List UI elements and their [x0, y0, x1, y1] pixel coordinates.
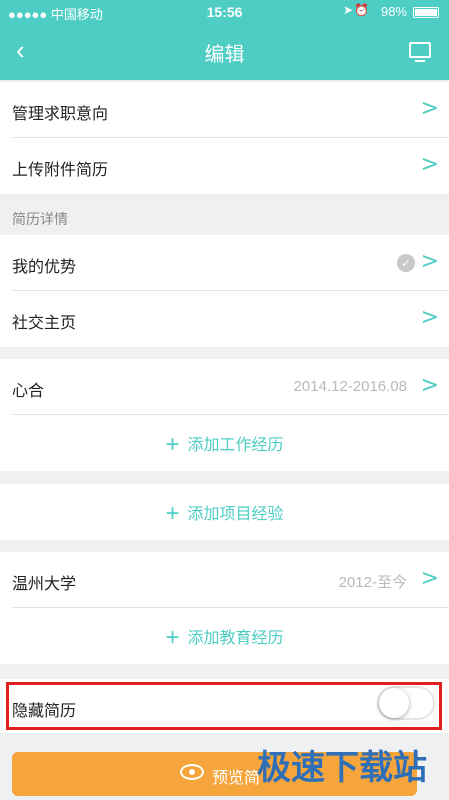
education-group: 温州大学 2012-至今 > + 添加教育经历 — [0, 552, 449, 664]
school-name: 温州大学 — [12, 576, 77, 593]
battery-icon — [413, 7, 439, 18]
work-experience-group: 心合 2014.12-2016.08 > + 添加工作经历 — [0, 359, 449, 471]
education-item[interactable]: 温州大学 2012-至今 > — [12, 552, 449, 608]
add-education-button[interactable]: + 添加教育经历 — [0, 608, 449, 664]
plus-icon: + — [165, 431, 180, 458]
chevron-right-icon: > — [420, 305, 439, 330]
row-label: 我的优势 — [12, 259, 77, 276]
alarm-icon: ⏰ — [354, 3, 369, 17]
add-education-label: 添加教育经历 — [187, 630, 284, 647]
section-title: 简历详情 — [12, 211, 68, 227]
header: ●●●●● 中国移动 15:56 ➤ ⏰ 98% ‹ 编辑 — [0, 0, 449, 80]
education-period: 2012-至今 — [338, 574, 407, 591]
battery-percent: 98% — [380, 4, 407, 19]
row-label: 上传附件简历 — [12, 162, 109, 179]
row-job-intention[interactable]: 管理求职意向 > — [12, 82, 449, 138]
row-my-advantage[interactable]: 我的优势 ✓ > — [12, 235, 449, 291]
chevron-right-icon: > — [420, 566, 439, 591]
chevron-right-icon: > — [420, 96, 439, 121]
chevron-right-icon: > — [420, 152, 439, 177]
nav-bar: ‹ 编辑 — [0, 24, 449, 80]
page-title: 编辑 — [204, 44, 245, 66]
company-name: 心合 — [12, 383, 45, 400]
add-project-label: 添加项目经验 — [187, 506, 284, 523]
work-item[interactable]: 心合 2014.12-2016.08 > — [12, 359, 449, 415]
row-label: 社交主页 — [12, 315, 77, 332]
add-work-button[interactable]: + 添加工作经历 — [0, 415, 449, 471]
highlight-box — [6, 682, 442, 730]
eye-icon — [180, 764, 204, 780]
row-label: 管理求职意向 — [12, 106, 109, 123]
row-social-homepage[interactable]: 社交主页 > — [12, 291, 449, 347]
plus-icon: + — [165, 624, 180, 651]
project-experience-group: + 添加项目经验 — [0, 484, 449, 540]
add-project-button[interactable]: + 添加项目经验 — [0, 484, 449, 540]
watermark-logo: 极速下载站 — [257, 748, 427, 788]
add-work-label: 添加工作经历 — [187, 437, 284, 454]
chevron-right-icon: > — [420, 373, 439, 398]
plus-icon: + — [165, 500, 180, 527]
screen-icon[interactable] — [409, 42, 431, 62]
status-bar: ●●●●● 中国移动 15:56 ➤ ⏰ 98% — [0, 0, 449, 24]
check-icon: ✓ — [397, 254, 415, 272]
location-icon: ➤ — [342, 3, 353, 17]
resume-detail-group: 我的优势 ✓ > 社交主页 > — [0, 235, 449, 347]
job-settings-group: 管理求职意向 > 上传附件简历 > — [0, 82, 449, 194]
row-upload-attachment[interactable]: 上传附件简历 > — [12, 138, 449, 194]
preview-label: 预览简 — [212, 770, 261, 787]
work-period: 2014.12-2016.08 — [293, 378, 407, 395]
chevron-right-icon: > — [420, 249, 439, 274]
